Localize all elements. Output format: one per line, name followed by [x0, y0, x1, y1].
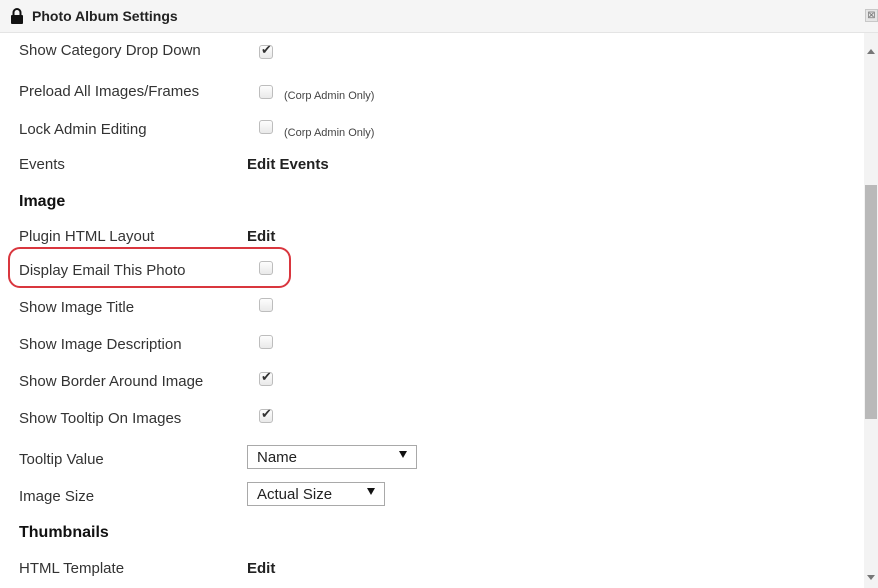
edit-events-link[interactable]: Edit Events [247, 156, 329, 173]
show-category-checkbox[interactable]: ✔ [259, 42, 273, 59]
scrollbar-thumb[interactable] [865, 185, 877, 419]
corp-admin-note: (Corp Admin Only) [284, 90, 375, 102]
display-email-checkbox[interactable] [259, 261, 273, 275]
setting-label: Show Image Description [19, 336, 182, 353]
setting-label: Show Category Drop Down [19, 42, 201, 59]
setting-label: Show Image Title [19, 299, 135, 316]
show-border-checkbox[interactable]: ✔ [259, 369, 273, 386]
setting-label: Image Size [19, 488, 95, 505]
vertical-scrollbar[interactable] [864, 33, 878, 588]
image-size-select[interactable]: Actual Size [247, 482, 385, 506]
setting-label: Display Email This Photo [19, 262, 186, 279]
close-icon[interactable]: ⊠ [865, 9, 878, 22]
edit-html-template-link[interactable]: Edit [247, 560, 275, 577]
setting-label: Lock Admin Editing [19, 121, 147, 138]
select-value: Actual Size [257, 486, 333, 503]
edit-plugin-layout-link[interactable]: Edit [247, 228, 275, 245]
tooltip-value-select[interactable]: Name [247, 445, 417, 469]
corp-admin-note: (Corp Admin Only) [284, 127, 375, 139]
setting-label: HTML Template [19, 560, 125, 577]
scroll-up-arrow-icon[interactable] [867, 49, 875, 54]
section-heading-thumbnails: Thumbnails [19, 524, 109, 541]
settings-panel: Show Category Drop Down ✔ Preload All Im… [0, 33, 864, 588]
dropdown-arrow-icon [367, 488, 375, 495]
setting-label: Show Tooltip On Images [19, 410, 182, 427]
dialog-title: Photo Album Settings [32, 8, 178, 24]
show-image-title-checkbox[interactable] [259, 298, 273, 312]
preload-images-checkbox[interactable] [259, 85, 273, 99]
check-icon: ✔ [261, 42, 272, 57]
show-image-description-checkbox[interactable] [259, 335, 273, 349]
setting-label: Preload All Images/Frames [19, 83, 200, 100]
setting-label: Plugin HTML Layout [19, 228, 155, 245]
setting-label: Show Border Around Image [19, 373, 204, 390]
select-value: Name [257, 449, 298, 466]
show-tooltip-checkbox[interactable]: ✔ [259, 406, 273, 423]
dropdown-arrow-icon [399, 451, 407, 458]
check-icon: ✔ [261, 406, 272, 421]
dialog-titlebar: Photo Album Settings ⊠ [0, 0, 878, 33]
scroll-down-arrow-icon[interactable] [867, 575, 875, 580]
setting-label: Tooltip Value [19, 451, 104, 468]
lock-admin-checkbox[interactable] [259, 120, 273, 134]
lock-icon [11, 8, 23, 24]
setting-label: Events [19, 156, 65, 173]
check-icon: ✔ [261, 369, 272, 384]
section-heading-image: Image [19, 193, 66, 210]
